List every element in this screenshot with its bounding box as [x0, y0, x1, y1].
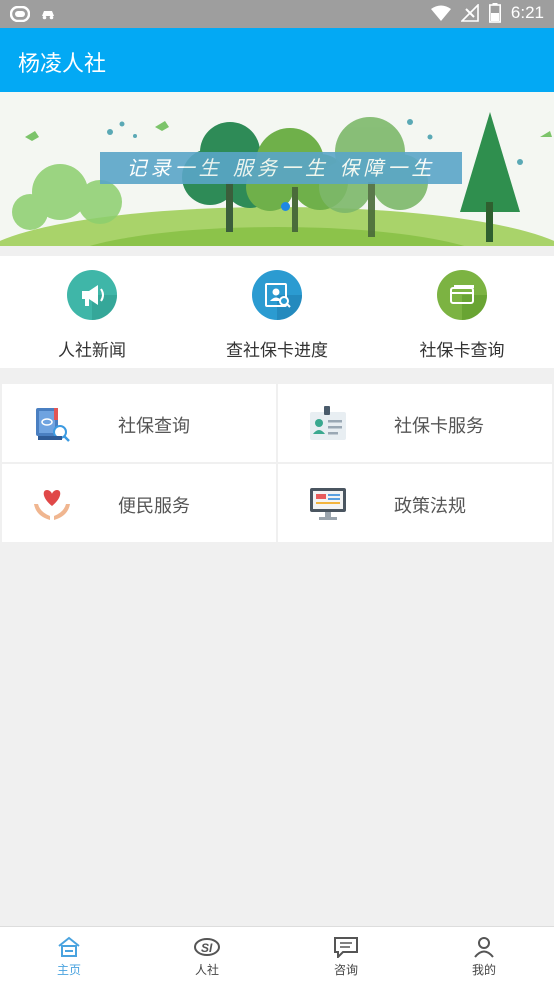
tab-renshe[interactable]: SI 人社 — [167, 933, 247, 978]
chat-icon — [306, 933, 386, 961]
quick-action-card-query[interactable]: 社保卡查询 — [370, 270, 554, 361]
person-icon — [444, 933, 524, 961]
monitor-icon — [308, 484, 348, 524]
quick-action-news[interactable]: 人社新闻 — [0, 270, 184, 361]
service-label: 社保卡服务 — [394, 416, 484, 437]
service-social-card[interactable]: 社保卡服务 — [278, 384, 552, 462]
tab-home[interactable]: 主页 — [29, 933, 109, 978]
book-search-icon — [32, 404, 72, 444]
page-title: 杨凌人社 — [18, 52, 107, 77]
status-bar: 6:21 — [0, 0, 554, 28]
tab-mine[interactable]: 我的 — [444, 933, 524, 978]
car-icon — [40, 8, 56, 20]
service-label: 政策法规 — [394, 496, 466, 517]
tab-label: 我的 — [471, 963, 496, 977]
signal-icon — [460, 4, 479, 22]
service-policy[interactable]: 政策法规 — [278, 464, 552, 542]
tab-label: 咨询 — [333, 963, 358, 977]
quick-action-label: 查社保卡进度 — [226, 341, 328, 361]
si-icon: SI — [167, 933, 247, 961]
tab-label: 主页 — [56, 963, 81, 977]
service-social-insurance-query[interactable]: 社保查询 — [2, 384, 276, 462]
quick-action-label: 社保卡查询 — [419, 341, 505, 361]
service-label: 便民服务 — [118, 496, 190, 517]
service-label: 社保查询 — [118, 416, 190, 437]
id-search-icon — [252, 270, 302, 320]
quick-action-card-progress[interactable]: 查社保卡进度 — [185, 270, 369, 361]
card-icon — [437, 270, 487, 320]
wifi-icon — [430, 5, 451, 21]
svg-text:SI: SI — [201, 941, 213, 955]
banner-carousel[interactable]: 记录一生 服务一生 保障一生 — [0, 92, 554, 246]
tab-label: 人社 — [194, 963, 219, 977]
carousel-indicator[interactable] — [281, 202, 290, 211]
quick-actions: 人社新闻 查社保卡进度 社保卡查询 — [0, 256, 554, 368]
app-bar: 杨凌人社 — [0, 28, 554, 92]
service-convenience[interactable]: 便民服务 — [2, 464, 276, 542]
megaphone-icon — [67, 270, 117, 320]
heart-hands-icon — [32, 484, 72, 524]
notification-icon — [10, 6, 30, 22]
bottom-navigation: 主页 SI 人社 咨询 我的 — [0, 926, 554, 986]
clock-time: 6:21 — [510, 3, 544, 22]
tab-consult[interactable]: 咨询 — [306, 933, 386, 978]
banner-slogan: 记录一生 服务一生 保障一生 — [100, 152, 462, 184]
quick-action-label: 人社新闻 — [58, 341, 126, 361]
id-badge-icon — [308, 404, 348, 444]
battery-icon — [488, 3, 501, 23]
home-icon — [29, 933, 109, 961]
